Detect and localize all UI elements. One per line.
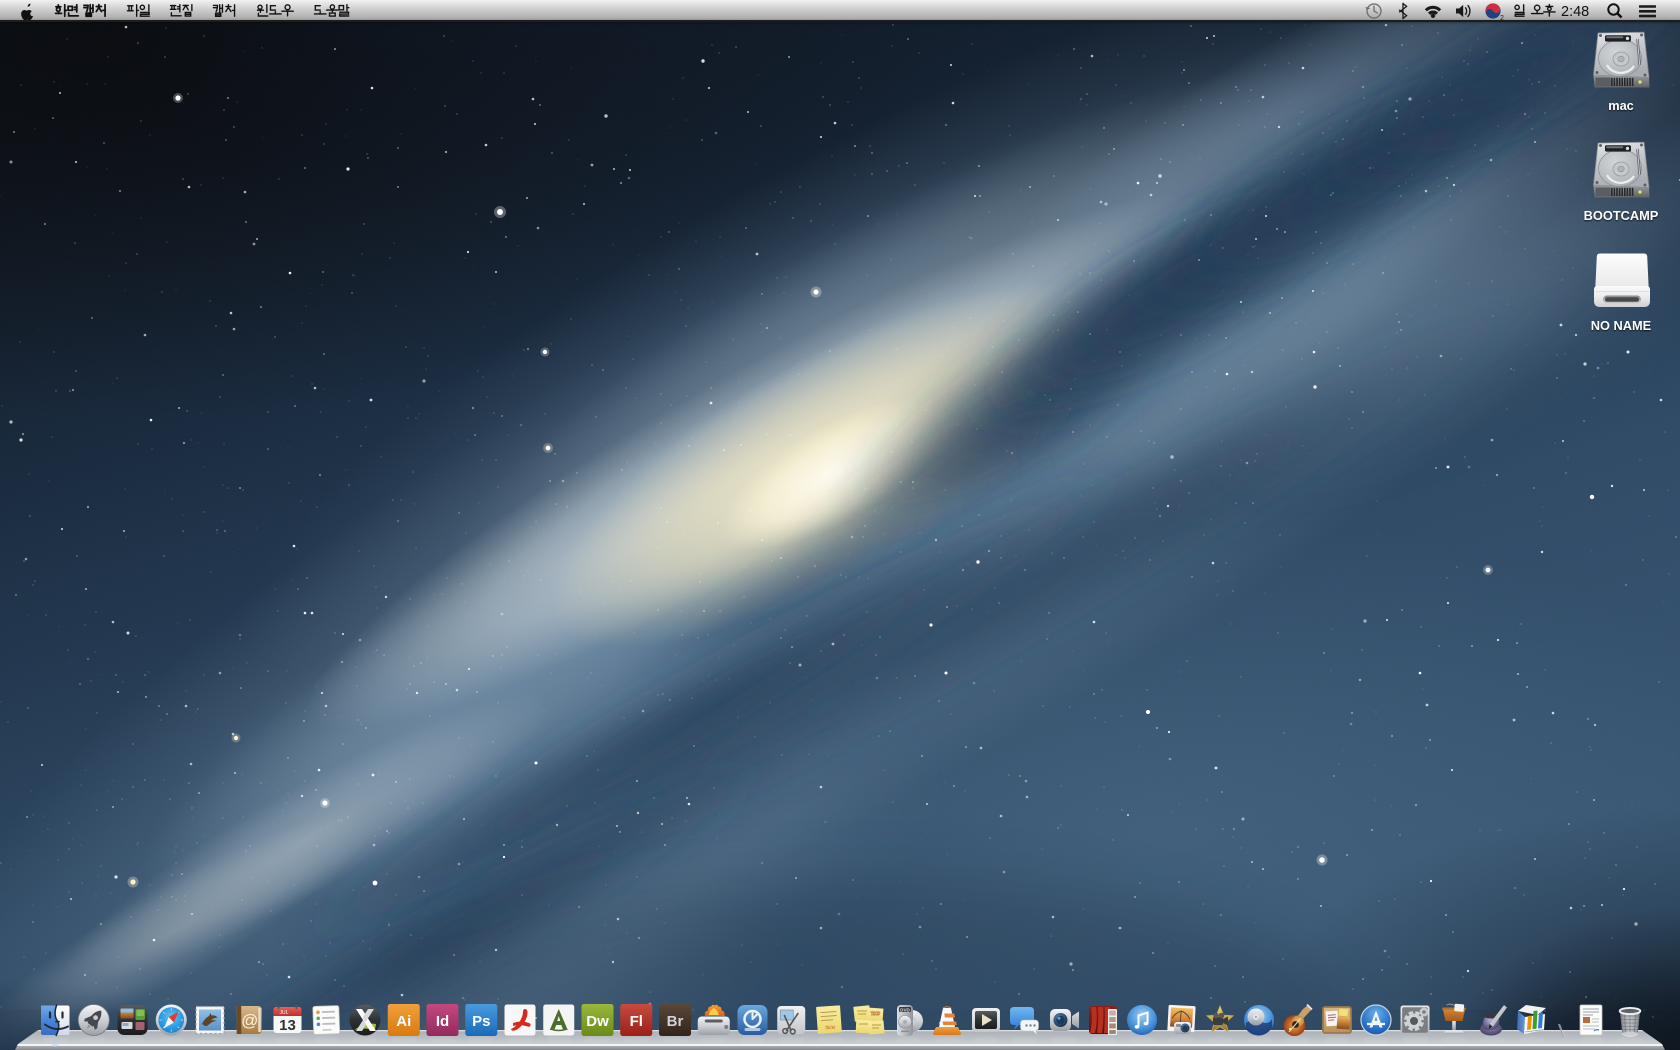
- svg-text:BOOTCAMP: BOOTCAMP: [1584, 208, 1659, 223]
- svg-text:flickr: flickr: [825, 1025, 836, 1032]
- svg-text:DVD: DVD: [900, 1007, 910, 1012]
- svg-text:Br: Br: [667, 1013, 684, 1030]
- svg-text:2:48: 2:48: [1561, 4, 1589, 20]
- svg-text:NO NAME: NO NAME: [1591, 318, 1652, 333]
- svg-text:JUL: JUL: [280, 1010, 289, 1016]
- svg-text:2: 2: [1500, 15, 1504, 22]
- svg-text:Ai: Ai: [396, 1013, 411, 1030]
- svg-text:flickr: flickr: [871, 1011, 881, 1016]
- svg-text:mac: mac: [1608, 98, 1634, 113]
- svg-text:Id: Id: [436, 1013, 449, 1030]
- svg-text:@: @: [241, 1011, 258, 1030]
- svg-text:Fl: Fl: [630, 1013, 643, 1030]
- svg-text:Ps: Ps: [472, 1013, 490, 1030]
- svg-text:Dw: Dw: [586, 1013, 609, 1030]
- svg-text:13: 13: [279, 1017, 296, 1034]
